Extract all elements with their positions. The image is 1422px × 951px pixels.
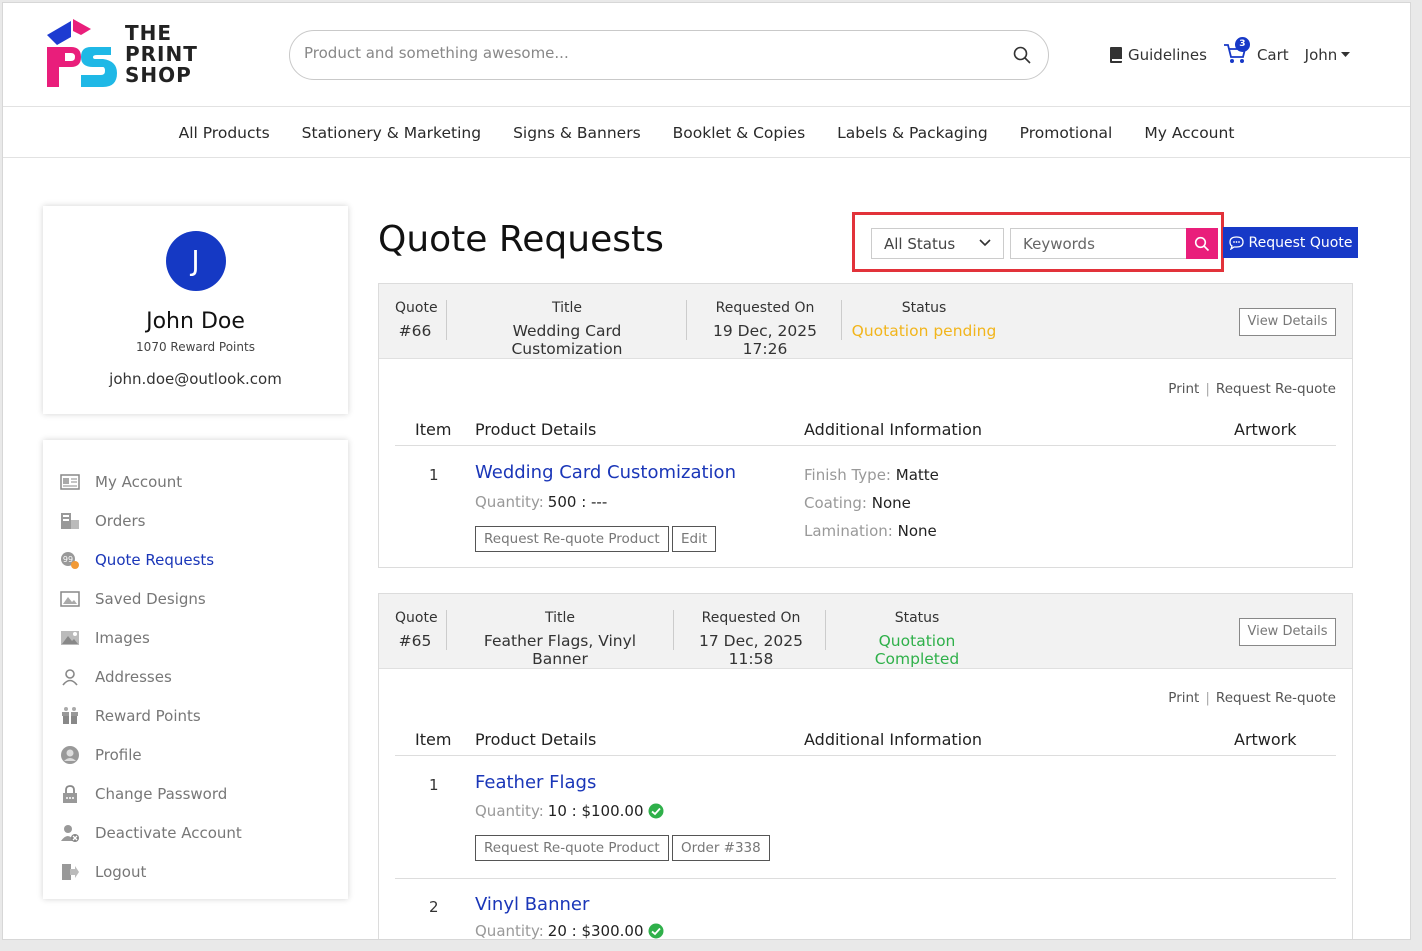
status-badge: Quotation Completed <box>874 632 960 668</box>
sidebar-item-images[interactable]: Images <box>43 618 348 657</box>
caret-down-icon <box>1341 52 1351 57</box>
info-finish-type: Finish Type: Matte <box>804 466 939 484</box>
keywords-input[interactable] <box>1010 228 1187 259</box>
profile-icon <box>59 745 81 765</box>
nav-my-account[interactable]: My Account <box>1144 124 1234 142</box>
order-link-button[interactable]: Order #338 <box>672 835 770 861</box>
info-coating: Coating: None <box>804 494 911 512</box>
filter-highlight: All Status <box>852 212 1224 272</box>
cart-icon-wrap: 3 <box>1223 37 1250 67</box>
profile-name: John Doe <box>146 309 245 334</box>
print-link[interactable]: Print <box>1168 381 1199 397</box>
quote-title: Feather Flags, Vinyl Banner <box>483 632 637 668</box>
sidebar-item-my-account[interactable]: My Account <box>43 462 348 501</box>
items-table-header: Item Product Details Additional Informat… <box>395 726 1336 756</box>
sidebar-item-reward-points[interactable]: Reward Points <box>43 696 348 735</box>
check-circle-icon <box>648 803 664 819</box>
search-icon <box>1194 236 1210 251</box>
sidebar-item-orders[interactable]: Orders <box>43 501 348 540</box>
quote-header: Quote #65 Title Feather Flags, Vinyl Ban… <box>379 594 1352 669</box>
product-search <box>289 30 1049 80</box>
product-link[interactable]: Feather Flags <box>475 772 596 793</box>
designs-icon <box>59 589 81 609</box>
account-menu: My Account Orders 99 Quote Requests Save… <box>43 440 348 899</box>
cart-link[interactable]: 3 Cart <box>1223 37 1289 67</box>
quote-card: Quote #66 Title Wedding Card Customizati… <box>378 283 1353 568</box>
quote-header: Quote #66 Title Wedding Card Customizati… <box>379 284 1352 359</box>
reward-icon <box>59 706 81 726</box>
password-icon <box>59 784 81 804</box>
sidebar-item-deactivate-account[interactable]: Deactivate Account <box>43 813 348 852</box>
quantity-value: Quantity: 20 : $300.00 <box>475 922 664 939</box>
sidebar-item-profile[interactable]: Profile <box>43 735 348 774</box>
product-link[interactable]: Wedding Card Customization <box>475 462 736 483</box>
request-requote-link[interactable]: Request Re-quote <box>1216 381 1336 397</box>
reward-points-label: 1070 Reward Points <box>136 340 255 354</box>
quote-number: #65 <box>398 632 432 650</box>
quote-date: 17 Dec, 2025 11:58 <box>699 632 803 668</box>
print-link[interactable]: Print <box>1168 690 1199 706</box>
sidebar-item-quote-requests[interactable]: 99 Quote Requests <box>43 540 348 579</box>
id-card-icon <box>59 472 81 492</box>
quote-date: 19 Dec, 2025 17:26 <box>713 322 817 358</box>
view-details-button[interactable]: View Details <box>1239 618 1336 646</box>
edit-button[interactable]: Edit <box>672 526 717 552</box>
nav-stationery-marketing[interactable]: Stationery & Marketing <box>302 124 481 142</box>
view-details-button[interactable]: View Details <box>1239 308 1336 336</box>
search-icon[interactable] <box>1012 45 1032 65</box>
request-requote-link[interactable]: Request Re-quote <box>1216 690 1336 706</box>
chat-icon <box>1228 235 1244 250</box>
status-filter-select[interactable]: All Status <box>871 228 1004 259</box>
logo-mark-icon <box>47 19 117 87</box>
quantity-value: Quantity: 10 : $100.00 <box>475 802 664 820</box>
sidebar-item-saved-designs[interactable]: Saved Designs <box>43 579 348 618</box>
quantity-value: Quantity: 500 : --- <box>475 493 608 511</box>
quote-actions: Print | Request Re-quote <box>1168 381 1336 397</box>
sidebar-item-change-password[interactable]: Change Password <box>43 774 348 813</box>
brand-logo[interactable]: THE PRINT SHOP <box>41 17 201 95</box>
address-icon <box>59 667 81 687</box>
sidebar-item-addresses[interactable]: Addresses <box>43 657 348 696</box>
chevron-down-icon <box>979 239 991 247</box>
status-badge: Quotation pending <box>851 322 997 340</box>
profile-card: J John Doe 1070 Reward Points john.doe@o… <box>43 206 348 414</box>
request-quote-button[interactable]: Request Quote <box>1223 227 1358 258</box>
site-header: THE PRINT SHOP Guidelines <box>3 3 1410 107</box>
avatar: J <box>165 231 226 291</box>
check-circle-icon <box>648 923 664 939</box>
guidelines-link[interactable]: Guidelines <box>1108 46 1207 64</box>
requote-product-button[interactable]: Request Re-quote Product <box>475 526 669 552</box>
svg-text:99: 99 <box>63 555 73 564</box>
product-link[interactable]: Vinyl Banner <box>475 894 589 915</box>
sidebar-item-logout[interactable]: Logout <box>43 852 348 891</box>
nav-signs-banners[interactable]: Signs & Banners <box>513 124 641 142</box>
book-icon <box>1110 47 1122 63</box>
requote-product-button[interactable]: Request Re-quote Product <box>475 835 669 861</box>
images-icon <box>59 628 81 648</box>
keyword-search-button[interactable] <box>1186 228 1218 259</box>
orders-icon <box>59 511 81 531</box>
quote-icon: 99 <box>59 550 81 570</box>
quote-actions: Print | Request Re-quote <box>1168 690 1336 706</box>
nav-all-products[interactable]: All Products <box>179 124 270 142</box>
user-menu[interactable]: John <box>1305 46 1351 64</box>
nav-labels-packaging[interactable]: Labels & Packaging <box>837 124 988 142</box>
cart-count-badge: 3 <box>1234 37 1250 52</box>
profile-email: john.doe@outlook.com <box>109 370 282 388</box>
header-actions: Guidelines 3 Cart John <box>1108 37 1366 67</box>
logout-icon <box>59 862 81 882</box>
page-title: Quote Requests <box>378 219 664 260</box>
main-nav: All Products Stationery & Marketing Sign… <box>3 108 1410 158</box>
info-lamination: Lamination: None <box>804 522 937 540</box>
deactivate-icon <box>59 823 81 843</box>
nav-booklet-copies[interactable]: Booklet & Copies <box>673 124 806 142</box>
quote-number: #66 <box>398 322 432 340</box>
brand-name: THE PRINT SHOP <box>125 21 198 87</box>
quote-title: Wedding Card Customization <box>511 322 623 358</box>
nav-promotional[interactable]: Promotional <box>1020 124 1113 142</box>
items-table-header: Item Product Details Additional Informat… <box>395 416 1336 446</box>
page-frame: THE PRINT SHOP Guidelines <box>2 2 1411 940</box>
search-input[interactable] <box>304 44 994 62</box>
quote-card: Quote #65 Title Feather Flags, Vinyl Ban… <box>378 593 1353 939</box>
